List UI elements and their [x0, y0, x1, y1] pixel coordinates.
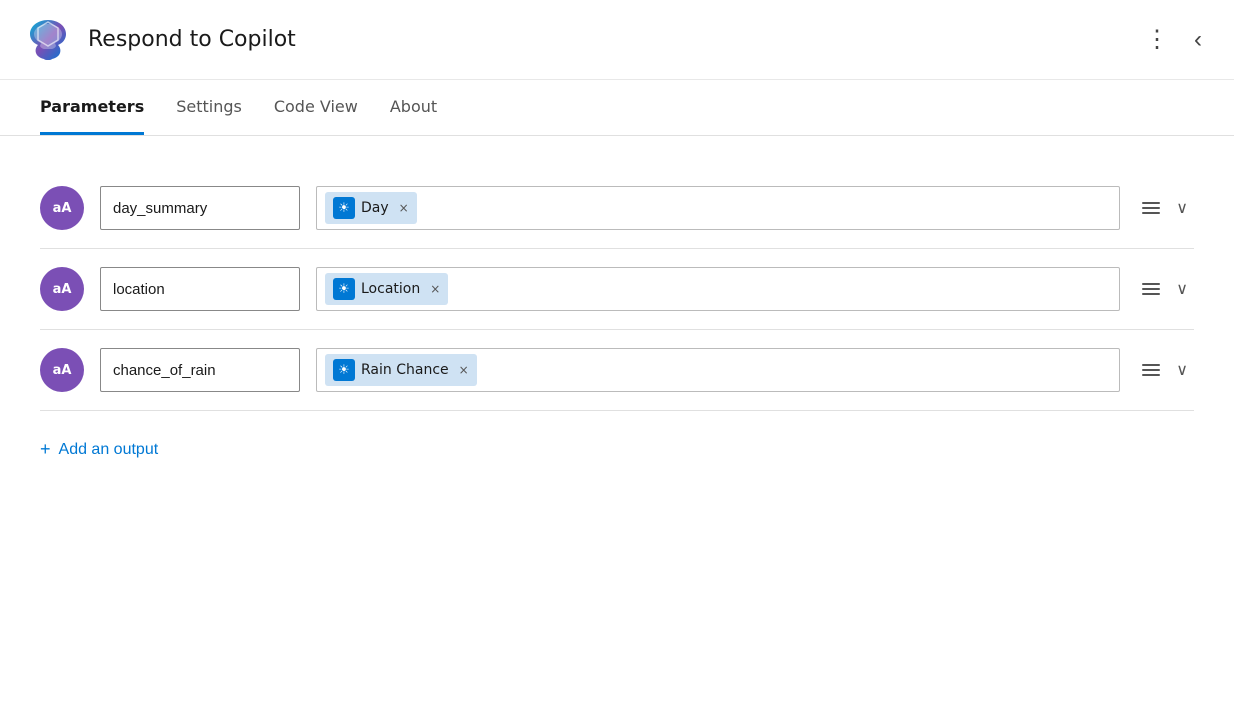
sun-icon: ☀	[338, 363, 350, 378]
app-logo	[24, 16, 72, 64]
param-tag: ☀ Rain Chance ×	[325, 354, 477, 386]
header-actions: ⋮ ‹	[1137, 17, 1210, 62]
param-name-input[interactable]	[100, 348, 300, 392]
row-menu-button[interactable]	[1136, 358, 1166, 382]
hamburger-icon	[1142, 202, 1160, 214]
parameter-row: aA ☀ Location × ∨	[40, 249, 1194, 330]
hamburger-icon	[1142, 283, 1160, 295]
avatar: aA	[40, 348, 84, 392]
row-actions: ∨	[1136, 192, 1194, 224]
tag-close-button[interactable]: ×	[399, 202, 409, 214]
row-actions: ∨	[1136, 273, 1194, 305]
header: Respond to Copilot ⋮ ‹	[0, 0, 1234, 80]
chevron-down-icon: ∨	[1176, 360, 1188, 380]
tag-icon: ☀	[333, 359, 355, 381]
plus-icon: +	[40, 439, 51, 460]
tag-close-button[interactable]: ×	[430, 283, 440, 295]
content-area: aA ☀ Day × ∨	[0, 136, 1234, 512]
hamburger-icon	[1142, 364, 1160, 376]
row-menu-button[interactable]	[1136, 196, 1166, 220]
param-name-input[interactable]	[100, 186, 300, 230]
tab-parameters[interactable]: Parameters	[40, 81, 144, 135]
avatar-label: aA	[53, 282, 72, 297]
page-title: Respond to Copilot	[88, 27, 1137, 52]
tab-codeview[interactable]: Code View	[274, 81, 358, 135]
avatar: aA	[40, 186, 84, 230]
parameter-row: aA ☀ Day × ∨	[40, 168, 1194, 249]
tag-label: Day	[361, 200, 389, 216]
param-value-container: ☀ Rain Chance ×	[316, 348, 1120, 392]
tabs-bar: Parameters Settings Code View About	[0, 80, 1234, 136]
tag-icon: ☀	[333, 278, 355, 300]
row-menu-button[interactable]	[1136, 277, 1166, 301]
avatar: aA	[40, 267, 84, 311]
avatar-label: aA	[53, 363, 72, 378]
add-output-button[interactable]: + Add an output	[40, 419, 158, 480]
row-actions: ∨	[1136, 354, 1194, 386]
param-tag: ☀ Location ×	[325, 273, 448, 305]
row-expand-button[interactable]: ∨	[1170, 273, 1194, 305]
tab-about[interactable]: About	[390, 81, 437, 135]
tag-label: Rain Chance	[361, 362, 449, 378]
tab-settings[interactable]: Settings	[176, 81, 242, 135]
param-value-container: ☀ Location ×	[316, 267, 1120, 311]
tag-close-button[interactable]: ×	[459, 364, 469, 376]
avatar-label: aA	[53, 201, 72, 216]
param-name-input[interactable]	[100, 267, 300, 311]
param-value-container: ☀ Day ×	[316, 186, 1120, 230]
add-output-label: Add an output	[59, 441, 159, 459]
param-tag: ☀ Day ×	[325, 192, 417, 224]
back-icon: ‹	[1194, 26, 1202, 54]
chevron-down-icon: ∨	[1176, 279, 1188, 299]
more-icon: ⋮	[1145, 25, 1170, 54]
tag-icon: ☀	[333, 197, 355, 219]
tag-label: Location	[361, 281, 420, 297]
row-expand-button[interactable]: ∨	[1170, 192, 1194, 224]
back-button[interactable]: ‹	[1186, 18, 1210, 62]
sun-icon: ☀	[338, 201, 350, 216]
sun-icon: ☀	[338, 282, 350, 297]
parameter-row: aA ☀ Rain Chance × ∨	[40, 330, 1194, 411]
chevron-down-icon: ∨	[1176, 198, 1188, 218]
row-expand-button[interactable]: ∨	[1170, 354, 1194, 386]
more-options-button[interactable]: ⋮	[1137, 17, 1178, 62]
